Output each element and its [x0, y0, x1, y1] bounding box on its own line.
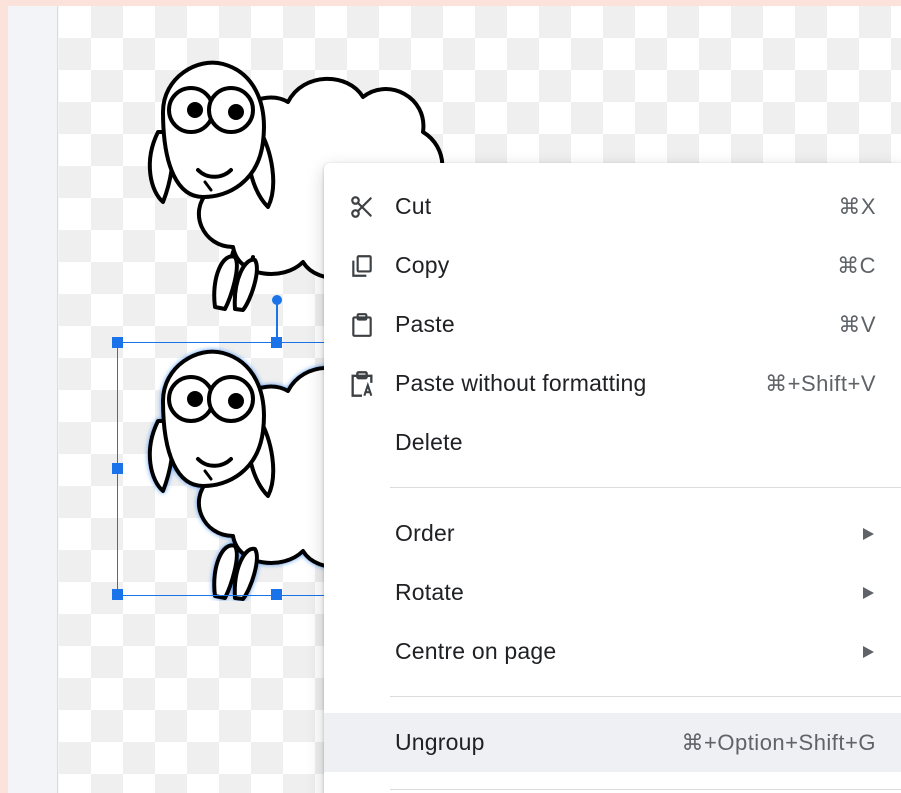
menu-item-centre-on-page[interactable]: Centre on page — [324, 622, 901, 681]
left-panel — [8, 6, 58, 793]
copy-icon — [348, 252, 376, 280]
menu-shortcut: ⌘X — [838, 193, 876, 219]
menu-item-copy[interactable]: Copy ⌘C — [324, 236, 901, 295]
menu-label: Paste without formatting — [395, 370, 647, 396]
menu-label: Rotate — [395, 579, 464, 605]
context-menu: Cut ⌘X Copy ⌘C Paste ⌘V Paste without fo… — [324, 163, 901, 793]
menu-shortcut: ⌘C — [837, 252, 876, 278]
menu-label: Copy — [395, 252, 450, 278]
menu-label: Order — [395, 520, 455, 546]
scissors-icon — [348, 193, 376, 221]
resize-handle-top-left[interactable] — [112, 337, 123, 348]
resize-handle-top-middle[interactable] — [271, 337, 282, 348]
menu-shortcut: ⌘+Option+Shift+G — [681, 729, 876, 755]
menu-label: Cut — [395, 193, 432, 219]
menu-item-rotate[interactable]: Rotate — [324, 563, 901, 622]
menu-item-order[interactable]: Order — [324, 504, 901, 563]
menu-label: Paste — [395, 311, 455, 337]
clipboard-icon — [348, 311, 376, 339]
resize-handle-middle-left[interactable] — [112, 463, 123, 474]
menu-divider — [390, 487, 901, 488]
menu-shortcut: ⌘+Shift+V — [765, 370, 876, 396]
menu-item-ungroup[interactable]: Ungroup ⌘+Option+Shift+G — [324, 713, 901, 772]
menu-item-paste[interactable]: Paste ⌘V — [324, 295, 901, 354]
submenu-arrow-icon — [863, 527, 874, 540]
menu-label: Centre on page — [395, 638, 557, 664]
menu-item-cut[interactable]: Cut ⌘X — [324, 177, 901, 236]
resize-handle-bottom-left[interactable] — [112, 589, 123, 600]
submenu-arrow-icon — [863, 645, 874, 658]
app-window: Cut ⌘X Copy ⌘C Paste ⌘V Paste without fo… — [8, 6, 901, 793]
menu-divider — [390, 696, 901, 697]
menu-item-paste-without-formatting[interactable]: Paste without formatting ⌘+Shift+V — [324, 354, 901, 413]
menu-label: Delete — [395, 429, 463, 455]
menu-shortcut: ⌘V — [838, 311, 876, 337]
menu-item-delete[interactable]: Delete — [324, 413, 901, 472]
menu-label: Ungroup — [395, 729, 485, 755]
resize-handle-bottom-middle[interactable] — [271, 589, 282, 600]
submenu-arrow-icon — [863, 586, 874, 599]
menu-divider — [390, 789, 901, 790]
paste-plain-icon — [348, 370, 376, 398]
rotate-handle[interactable] — [272, 295, 282, 305]
